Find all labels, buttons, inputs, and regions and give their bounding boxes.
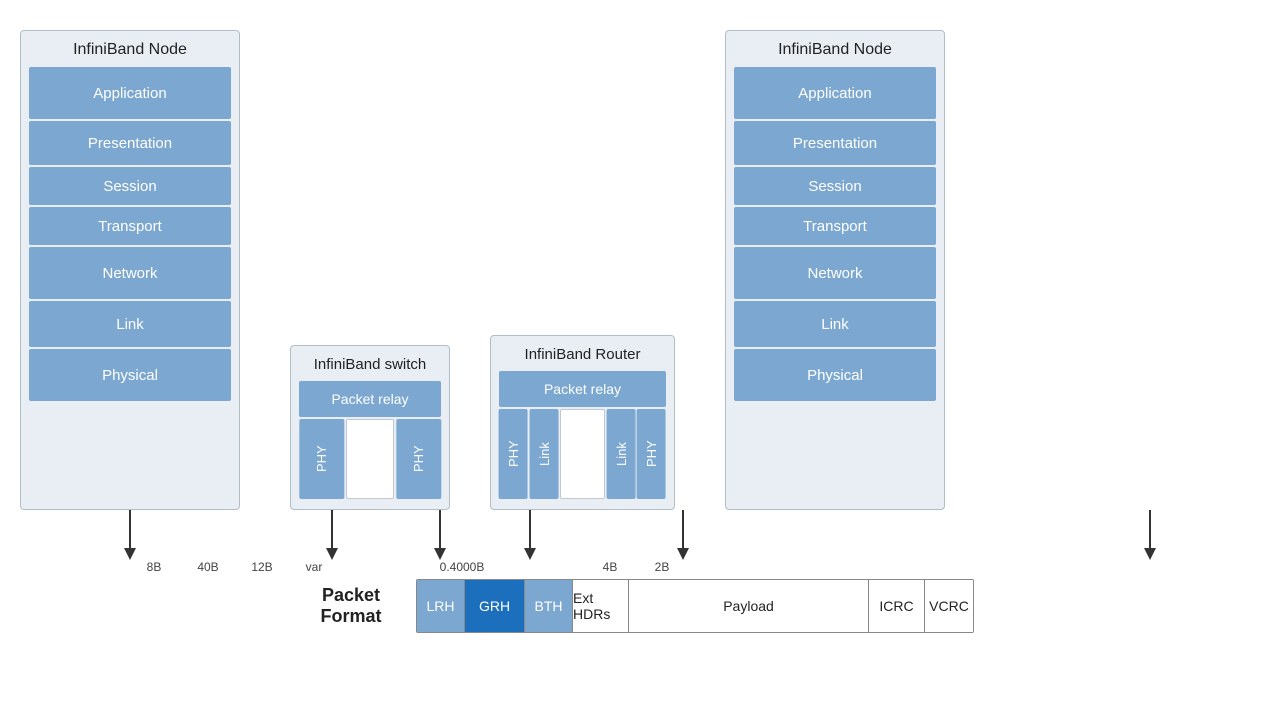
packet-format-label: PacketFormat (306, 585, 396, 627)
right-physical-layer: Physical (734, 349, 936, 401)
ib-switch: InfiniBand switch Packet relay PHY PHY (290, 345, 450, 510)
left-presentation-layer: Presentation (29, 121, 231, 165)
left-layer-stack: Application Presentation Session Transpo… (29, 67, 231, 499)
switch-phy-right: PHY (396, 419, 441, 499)
router-phy-right: PHY (637, 409, 666, 499)
router-link-left: Link (530, 409, 559, 499)
right-layer-stack: Application Presentation Session Transpo… (734, 67, 936, 499)
left-transport-layer: Transport (29, 207, 231, 245)
packet-fields: LRH GRH BTH Ext HDRs Payload ICRC VCRC (416, 579, 974, 633)
right-transport-layer: Transport (734, 207, 936, 245)
arrow-container (20, 510, 1260, 560)
pkt-bth: BTH (525, 580, 573, 632)
size-bth: 12B (238, 560, 286, 574)
switch-packet-relay: Packet relay (299, 381, 441, 417)
right-network-layer: Network (734, 247, 936, 299)
arrows-svg (20, 510, 1260, 560)
right-link-layer: Link (734, 301, 936, 347)
router-phy-link-row: PHY Link Link PHY (499, 409, 666, 499)
right-node-title: InfiniBand Node (734, 41, 936, 59)
pkt-grh: GRH (465, 580, 525, 632)
switch-inner: Packet relay PHY PHY (299, 381, 441, 499)
packet-format-row: PacketFormat LRH GRH BTH Ext HDRs Payloa… (20, 579, 1260, 633)
router-title: InfiniBand Router (499, 346, 666, 363)
size-ext: var (286, 560, 342, 574)
switch-phy-row: PHY PHY (299, 419, 441, 499)
diagram-container: InfiniBand Node Application Presentation… (0, 0, 1280, 719)
left-application-layer: Application (29, 67, 231, 119)
size-icrc: 4B (582, 560, 638, 574)
router-middle (560, 409, 605, 499)
pkt-vcrc: VCRC (925, 580, 973, 632)
size-payload: 0.4000B (342, 560, 582, 574)
main-layout: InfiniBand Node Application Presentation… (20, 30, 1260, 633)
left-network-layer: Network (29, 247, 231, 299)
switch-title: InfiniBand switch (299, 356, 441, 373)
left-link-layer: Link (29, 301, 231, 347)
router-phy-left: PHY (499, 409, 528, 499)
boxes-row: InfiniBand Node Application Presentation… (20, 30, 1260, 510)
left-session-layer: Session (29, 167, 231, 205)
size-vcrc: 2B (638, 560, 686, 574)
router-inner: Packet relay PHY Link Link PHY (499, 371, 666, 499)
left-node-title: InfiniBand Node (29, 41, 231, 59)
ib-router: InfiniBand Router Packet relay PHY Link … (490, 335, 675, 510)
pkt-lrh: LRH (417, 580, 465, 632)
size-grh: 40B (178, 560, 238, 574)
right-presentation-layer: Presentation (734, 121, 936, 165)
pkt-payload: Payload (629, 580, 869, 632)
left-physical-layer: Physical (29, 349, 231, 401)
right-ib-node: InfiniBand Node Application Presentation… (725, 30, 945, 510)
router-link-right: Link (607, 409, 636, 499)
switch-phy-gap (346, 419, 393, 499)
size-labels-inner: 8B 40B 12B var 0.4000B 4B 2B (130, 560, 686, 574)
router-packet-relay: Packet relay (499, 371, 666, 407)
size-labels: 8B 40B 12B var 0.4000B 4B 2B (20, 560, 1260, 574)
size-lrh: 8B (130, 560, 178, 574)
left-ib-node: InfiniBand Node Application Presentation… (20, 30, 240, 510)
switch-phy-left: PHY (299, 419, 344, 499)
pkt-icrc: ICRC (869, 580, 925, 632)
right-application-layer: Application (734, 67, 936, 119)
right-session-layer: Session (734, 167, 936, 205)
pkt-ext: Ext HDRs (573, 580, 629, 632)
